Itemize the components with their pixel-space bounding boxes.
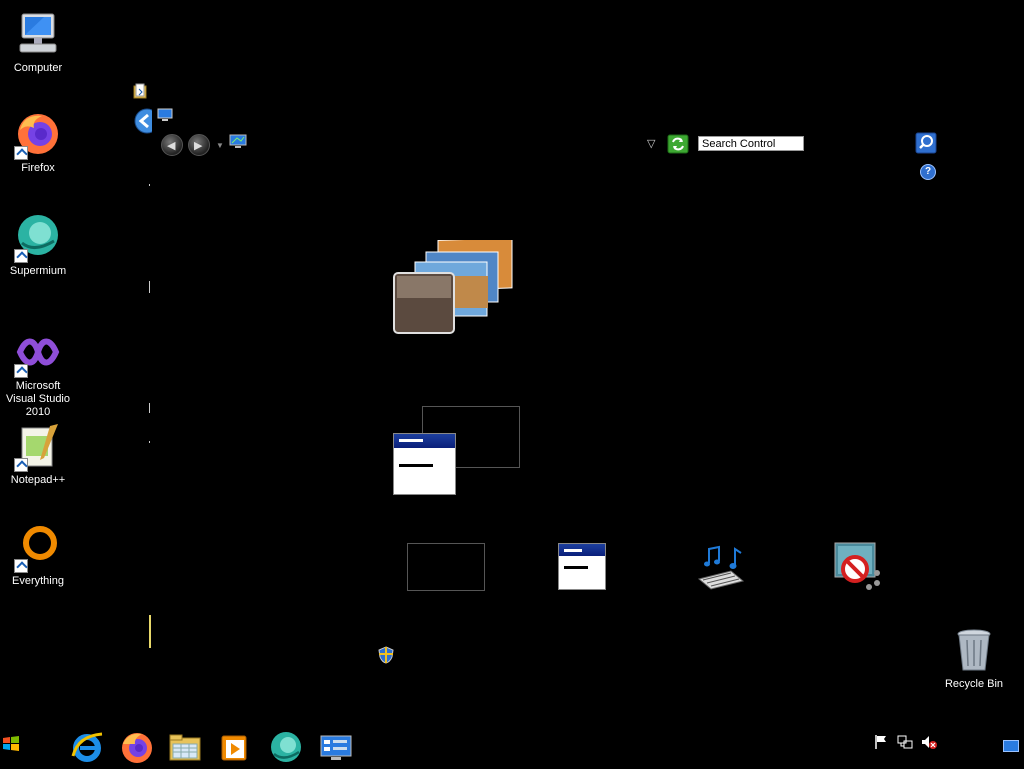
monitor-small-icon	[157, 108, 173, 127]
control-panel-icon	[320, 735, 352, 760]
taskbar-control-panel[interactable]	[319, 730, 353, 764]
shortcut-arrow-icon	[14, 458, 28, 472]
internet-explorer-icon	[71, 732, 103, 762]
recycle-bin-icon	[950, 626, 998, 674]
everything-icon	[14, 523, 62, 573]
computer-icon	[14, 10, 62, 58]
shortcut-arrow-icon	[14, 249, 28, 263]
desktop-icon-label: Recycle Bin	[944, 678, 1004, 690]
taskbar-media-player[interactable]	[218, 730, 252, 764]
desktop-icon-recycle-bin[interactable]: Recycle Bin	[936, 626, 1012, 691]
show-desktop-icon[interactable]	[1003, 739, 1019, 752]
taskbar-firefox[interactable]	[120, 730, 154, 764]
back-arrow-icon[interactable]	[134, 108, 160, 139]
address-dropdown-arrow[interactable]: ▽	[647, 137, 655, 150]
taskbar-supermium[interactable]	[269, 730, 303, 764]
dialog-window-icon[interactable]	[558, 543, 606, 590]
screen-saver-preview-outline[interactable]	[407, 543, 485, 591]
pane-edge-mark	[149, 615, 151, 648]
recent-pages-dropdown[interactable]: ▼	[216, 141, 224, 150]
help-icon[interactable]: ?	[920, 164, 936, 180]
supermium-icon	[271, 732, 301, 762]
pane-edge-mark	[149, 281, 150, 293]
supermium-icon	[14, 213, 62, 263]
visual-studio-icon	[14, 328, 62, 378]
desktop-icon-label: Firefox	[21, 162, 55, 174]
uac-shield-icon	[378, 646, 394, 669]
firefox-icon	[14, 110, 62, 160]
taskbar-internet-explorer[interactable]	[70, 730, 104, 764]
desktop-icon-label: Everything	[12, 575, 64, 587]
search-control-panel-input[interactable]: Search Control Panel	[698, 136, 804, 165]
volume-muted-icon[interactable]	[921, 734, 937, 750]
media-player-icon	[221, 735, 247, 761]
desktop-icon-label: Supermium	[9, 265, 67, 277]
network-icon[interactable]	[897, 734, 913, 750]
pane-edge-mark	[149, 184, 150, 186]
screen-saver-disabled-icon[interactable]	[833, 541, 883, 596]
sounds-icon[interactable]	[695, 543, 747, 596]
taskbar-file-explorer[interactable]	[168, 730, 202, 764]
firefox-icon	[122, 733, 152, 763]
notepadpp-icon	[14, 422, 62, 472]
desktop-icon-label: Computer	[13, 62, 63, 74]
shortcut-arrow-icon	[14, 364, 28, 378]
desktop-background-icon[interactable]	[393, 237, 515, 341]
start-button[interactable]	[2, 735, 22, 755]
desktop-icon-firefox[interactable]: Firefox	[0, 110, 76, 175]
desktop-icon-label: Notepad++	[10, 474, 66, 486]
shortcut-arrow-icon	[14, 146, 28, 160]
search-icon[interactable]	[915, 132, 937, 159]
back-button[interactable]: ◀	[161, 134, 183, 156]
desktop-icon-notepadpp[interactable]: Notepad++	[0, 422, 76, 487]
desktop-icon-label: Microsoft Visual Studio 2010	[5, 380, 70, 418]
file-explorer-icon	[169, 734, 201, 761]
taskbar	[0, 725, 1024, 768]
refresh-icon[interactable]	[667, 134, 689, 159]
desktop-icon-computer[interactable]: Computer	[0, 10, 76, 75]
folder-icon	[133, 83, 147, 104]
pane-edge-mark	[149, 403, 150, 413]
control-panel-location-icon	[229, 134, 247, 155]
desktop-icon-supermium[interactable]: Supermium	[0, 213, 76, 278]
shortcut-arrow-icon	[14, 559, 28, 573]
action-center-flag-icon[interactable]	[873, 734, 889, 750]
windows-logo-icon	[3, 736, 19, 751]
desktop-icon-everything[interactable]: Everything	[0, 523, 76, 588]
forward-button[interactable]: ▶	[188, 134, 210, 156]
pane-edge-mark	[149, 441, 150, 443]
window-color-icon[interactable]	[393, 433, 456, 495]
desktop-icon-visual-studio[interactable]: Microsoft Visual Studio 2010	[0, 328, 76, 419]
